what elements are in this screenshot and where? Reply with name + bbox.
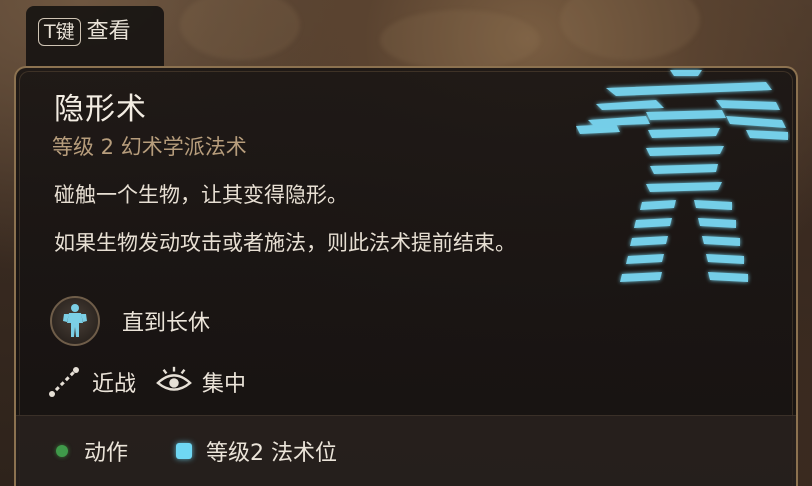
spell-slot-cost: 等级2 法术位 xyxy=(176,416,337,486)
spell-tags: 近战 集中 xyxy=(46,364,266,400)
hotkey-badge: T键 xyxy=(38,18,81,46)
duration-icon xyxy=(50,296,100,346)
duration-row: 直到长休 xyxy=(50,296,210,346)
hotkey-label: 查看 xyxy=(86,19,131,44)
range-tag: 近战 xyxy=(46,364,136,400)
melee-range-icon xyxy=(46,364,82,400)
background-rock xyxy=(560,0,700,60)
background-rock xyxy=(380,10,540,70)
cost-footer: 动作 等级2 法术位 xyxy=(16,415,796,486)
spell-tooltip: 隐形术 等级 2 幻术学派法术 碰触一个生物，让其变得隐形。 如果生物发动攻击或… xyxy=(14,66,798,486)
spell-description: 碰触一个生物，让其变得隐形。 xyxy=(54,183,348,207)
spell-slot-icon xyxy=(176,443,192,459)
concentration-label: 集中 xyxy=(202,372,247,397)
action-dot-icon xyxy=(56,445,68,457)
action-label: 动作 xyxy=(84,441,129,466)
duration-label: 直到长休 xyxy=(122,311,211,336)
concentration-eye-icon xyxy=(156,364,192,400)
range-label: 近战 xyxy=(92,372,137,397)
spell-slot-label: 等级2 法术位 xyxy=(206,441,337,466)
spell-title: 隐形术 xyxy=(54,92,147,127)
spell-subtitle: 等级 2 幻术学派法术 xyxy=(52,135,247,159)
invisible-figure-icon xyxy=(576,70,788,282)
background-rock xyxy=(180,0,300,60)
inspect-hotkey-tab[interactable]: T键 查看 xyxy=(26,6,164,66)
spell-condition: 如果生物发动攻击或者施法，则此法术提前结束。 xyxy=(54,231,516,255)
concentration-tag: 集中 xyxy=(156,364,246,400)
action-cost: 动作 xyxy=(56,416,128,486)
